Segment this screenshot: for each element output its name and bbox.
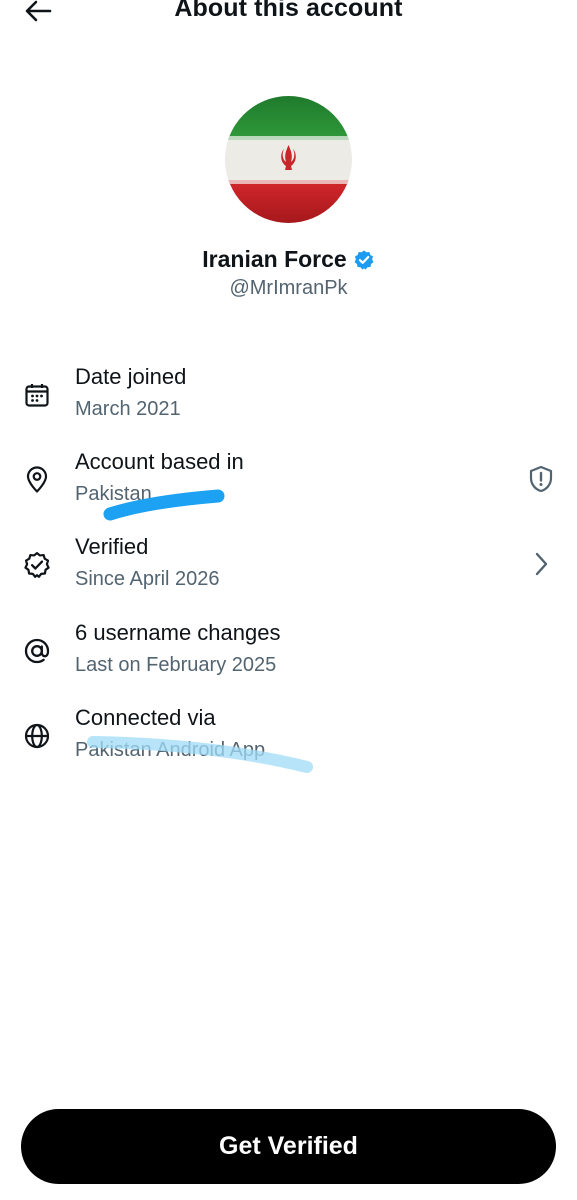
verified-badge-icon <box>354 249 374 270</box>
detail-row-verified[interactable]: Verified Since April 2026 <box>0 534 577 614</box>
calendar-icon <box>22 380 52 410</box>
shield-alert-icon <box>529 465 553 493</box>
detail-label: Account based in <box>75 449 244 474</box>
detail-value: Pakistan <box>75 483 152 505</box>
verified-outline-icon <box>22 550 52 580</box>
detail-row-account-based-in: Account based in Pakistan <box>0 449 577 529</box>
detail-row-connected-via: Connected via Pakistan Android App <box>0 705 577 785</box>
about-account-screen: About this account Iranian Force @MrImra… <box>0 0 577 1200</box>
detail-label: Connected via <box>75 705 216 730</box>
chevron-right-icon <box>525 548 557 580</box>
detail-value: Last on February 2025 <box>75 654 277 676</box>
detail-row-username-changes: 6 username changes Last on February 2025 <box>0 620 577 700</box>
at-sign-icon <box>22 636 52 666</box>
detail-value: March 2021 <box>75 398 181 420</box>
avatar[interactable] <box>225 96 352 223</box>
detail-value: Since April 2026 <box>75 568 220 590</box>
detail-value: Pakistan Android App <box>75 739 266 761</box>
display-name: Iranian Force <box>202 246 347 272</box>
detail-label: Date joined <box>75 364 187 389</box>
detail-label: 6 username changes <box>75 620 281 645</box>
globe-icon <box>22 721 52 751</box>
username-handle: @MrImranPk <box>229 277 348 299</box>
get-verified-button[interactable]: Get Verified <box>21 1109 556 1184</box>
location-pin-icon <box>22 465 52 495</box>
detail-row-date-joined: Date joined March 2021 <box>0 364 577 444</box>
page-title: About this account <box>174 0 403 22</box>
shield-alert-button[interactable] <box>525 463 557 495</box>
profile-name-row: Iranian Force <box>0 246 577 273</box>
detail-label: Verified <box>75 534 149 559</box>
